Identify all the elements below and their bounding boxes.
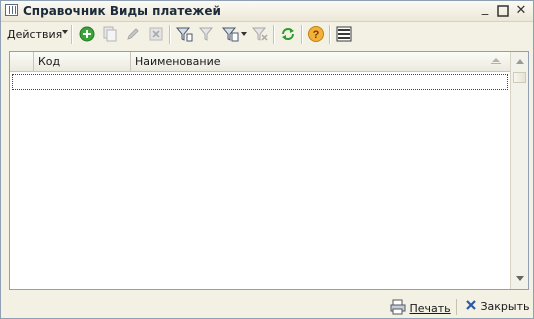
table-row-empty-selected[interactable]: [12, 74, 508, 90]
edit-button[interactable]: [124, 25, 142, 43]
toolbar-separator: [71, 25, 73, 44]
clear-filter-button[interactable]: [251, 25, 269, 43]
toolbar-separator: [273, 25, 275, 44]
filter-set-icon: [175, 27, 193, 42]
actions-dropdown-arrow-icon[interactable]: [62, 30, 68, 34]
window-title: Справочник Виды платежей: [23, 4, 221, 18]
print-label: Печать: [409, 302, 451, 315]
actions-menu[interactable]: Действия: [7, 28, 62, 41]
help-icon: ?: [308, 26, 324, 42]
list-settings-button[interactable]: [335, 25, 353, 43]
help-button[interactable]: ?: [307, 25, 325, 43]
print-icon: [390, 299, 406, 315]
close-button[interactable]: Закрыть: [465, 299, 530, 315]
column-header-name[interactable]: Наименование: [131, 52, 510, 71]
filter-by-value-button[interactable]: [198, 25, 216, 43]
scroll-up-arrow-icon[interactable]: [511, 53, 528, 70]
scroll-down-arrow-icon[interactable]: [511, 270, 528, 287]
add-icon: [79, 26, 95, 42]
close-cross-icon: [466, 300, 476, 310]
edit-pencil-icon: [127, 28, 139, 40]
close-label: Закрыть: [480, 300, 530, 313]
refresh-button[interactable]: [279, 25, 297, 43]
minimize-button[interactable]: _: [477, 1, 493, 17]
filter-by-value-icon: [198, 27, 214, 41]
maximize-icon: [497, 5, 509, 17]
scroll-thumb[interactable]: [513, 72, 526, 83]
copy-button[interactable]: [101, 25, 119, 43]
delete-icon: [149, 27, 163, 41]
filter-clear-icon: [251, 27, 268, 41]
column-header-code[interactable]: Код: [34, 52, 131, 71]
list-settings-icon: [336, 26, 352, 42]
filter-history-dropdown-icon[interactable]: [241, 32, 247, 36]
svg-text:?: ?: [313, 29, 320, 41]
toolbar-separator: [169, 25, 171, 44]
toolbar: Действия ?: [1, 22, 533, 47]
footer-separator: [456, 299, 457, 315]
sort-indicator-icon[interactable]: [490, 57, 502, 65]
set-filter-button[interactable]: [175, 25, 193, 43]
refresh-icon: [282, 28, 294, 40]
maximize-button[interactable]: [495, 3, 511, 19]
toolbar-separator: [301, 25, 303, 44]
copy-icon: [103, 26, 117, 42]
add-button[interactable]: [78, 25, 96, 43]
vertical-scrollbar[interactable]: [510, 52, 528, 289]
catalog-table[interactable]: Код Наименование: [9, 51, 529, 290]
filter-history-icon: [221, 27, 239, 42]
delete-button[interactable]: [147, 25, 165, 43]
close-window-button[interactable]: ✕: [513, 3, 529, 19]
catalog-icon: [5, 4, 18, 16]
catalog-window: Справочник Виды платежей _ ✕ Действия ? …: [0, 0, 534, 319]
filter-history-button[interactable]: [221, 25, 239, 43]
table-header: Код Наименование: [10, 52, 510, 72]
row-marker-column-header: [10, 52, 34, 71]
print-button[interactable]: Печать: [390, 299, 451, 315]
title-bar[interactable]: Справочник Виды платежей _ ✕: [1, 1, 533, 22]
toolbar-separator: [329, 25, 331, 44]
